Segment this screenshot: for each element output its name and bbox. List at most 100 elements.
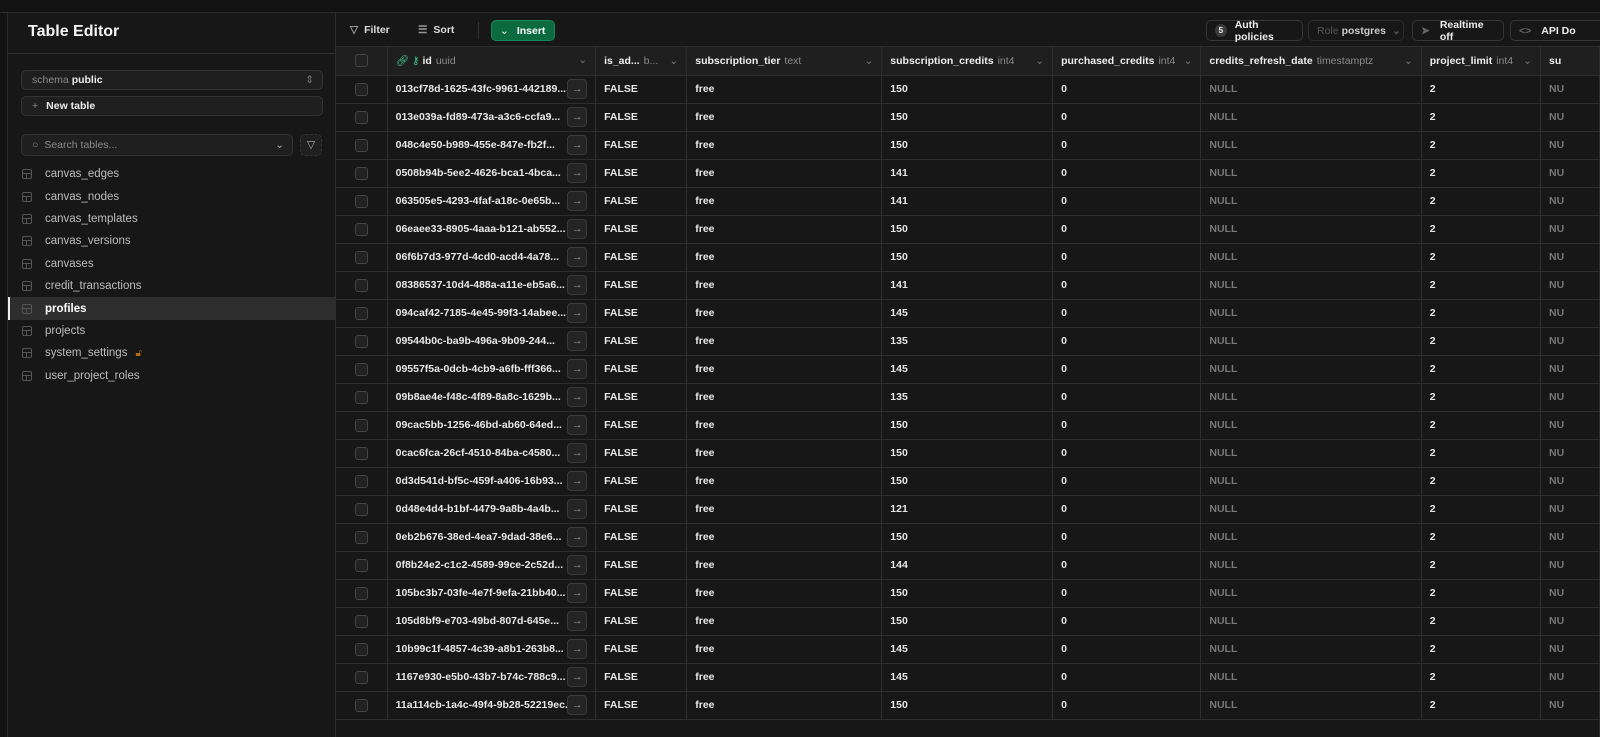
chevron-down-icon[interactable]: ⌄ (1523, 55, 1532, 67)
cell-is-admin[interactable]: FALSE (595, 299, 688, 328)
arrow-right-icon[interactable]: → (567, 190, 588, 211)
cell-purchased-credits[interactable]: 0 (1052, 467, 1202, 496)
cell-subscription-credits[interactable]: 144 (881, 551, 1054, 580)
cell-is-admin[interactable]: FALSE (595, 607, 688, 636)
cell-credits-refresh-date[interactable]: NULL (1200, 411, 1422, 440)
column-header-subscription_tier[interactable]: subscription_tier text ⌄ (686, 47, 883, 76)
cell-id[interactable]: 10b99c1f-4857-4c39-a8b1-263b8... → (387, 635, 597, 664)
cell-project-limit[interactable]: 2 (1421, 523, 1541, 552)
table-row[interactable]: 09b8ae4e-f48c-4f89-8a8c-1629b... → FALSE … (336, 383, 1600, 412)
cell-subscription-credits[interactable]: 150 (881, 243, 1054, 272)
row-checkbox[interactable] (354, 362, 368, 376)
cell-su[interactable]: NU (1540, 383, 1600, 412)
cell-project-limit[interactable]: 2 (1421, 663, 1541, 692)
arrow-right-icon[interactable]: → (567, 78, 588, 99)
cell-id[interactable]: 048c4e50-b989-455e-847e-fb2f... → (387, 131, 597, 160)
auth-policies-button[interactable]: 5 Auth policies (1206, 19, 1303, 43)
cell-subscription-credits[interactable]: 135 (881, 327, 1054, 356)
column-header-project_limit[interactable]: project_limit int4 ⌄ (1421, 47, 1541, 76)
cell-su[interactable]: NU (1540, 663, 1600, 692)
row-checkbox[interactable] (354, 138, 368, 152)
row-checkbox[interactable] (354, 250, 368, 264)
cell-purchased-credits[interactable]: 0 (1052, 635, 1202, 664)
row-checkbox[interactable] (354, 586, 368, 600)
sidebar-item-projects[interactable]: projects (8, 320, 336, 342)
cell-project-limit[interactable]: 2 (1421, 383, 1541, 412)
cell-credits-refresh-date[interactable]: NULL (1200, 75, 1422, 104)
cell-subscription-credits[interactable]: 150 (881, 691, 1054, 720)
cell-subscription-credits[interactable]: 150 (881, 607, 1054, 636)
arrow-right-icon[interactable]: → (567, 526, 588, 547)
arrow-right-icon[interactable]: → (567, 274, 588, 295)
cell-su[interactable]: NU (1540, 607, 1600, 636)
cell-credits-refresh-date[interactable]: NULL (1200, 215, 1422, 244)
cell-purchased-credits[interactable]: 0 (1052, 383, 1202, 412)
arrow-right-icon[interactable]: → (567, 666, 588, 687)
row-checkbox[interactable] (354, 278, 368, 292)
cell-subscription-credits[interactable]: 150 (881, 215, 1054, 244)
cell-credits-refresh-date[interactable]: NULL (1200, 383, 1422, 412)
cell-credits-refresh-date[interactable]: NULL (1200, 607, 1422, 636)
cell-is-admin[interactable]: FALSE (595, 271, 688, 300)
table-row[interactable]: 013e039a-fd89-473a-a3c6-ccfa9... → FALSE … (336, 103, 1600, 132)
realtime-button[interactable]: ➤ Realtime off (1412, 19, 1504, 43)
table-row[interactable]: 09557f5a-0dcb-4cb9-a6fb-fff366... → FALSE… (336, 355, 1600, 384)
row-checkbox[interactable] (354, 642, 368, 656)
cell-subscription-tier[interactable]: free (686, 75, 883, 104)
column-header-id[interactable]: 🔗︎ ⚷ id uuid ⌄ (387, 47, 597, 76)
cell-su[interactable]: NU (1540, 103, 1600, 132)
arrow-right-icon[interactable]: → (567, 218, 588, 239)
filter-tables-button[interactable]: ▽ (300, 134, 322, 156)
cell-purchased-credits[interactable]: 0 (1052, 551, 1202, 580)
cell-id[interactable]: 09cac5bb-1256-46bd-ab60-64ed... → (387, 411, 597, 440)
cell-su[interactable]: NU (1540, 187, 1600, 216)
cell-project-limit[interactable]: 2 (1421, 467, 1541, 496)
cell-subscription-tier[interactable]: free (686, 439, 883, 468)
sidebar-item-system-settings[interactable]: system_settings 🔓︎ (8, 342, 336, 364)
cell-credits-refresh-date[interactable]: NULL (1200, 579, 1422, 608)
cell-purchased-credits[interactable]: 0 (1052, 579, 1202, 608)
cell-su[interactable]: NU (1540, 75, 1600, 104)
table-row[interactable]: 0508b94b-5ee2-4626-bca1-4bca... → FALSE f… (336, 159, 1600, 188)
insert-button[interactable]: ⌄ Insert (491, 20, 555, 41)
cell-su[interactable]: NU (1540, 215, 1600, 244)
cell-id[interactable]: 0f8b24e2-c1c2-4589-99ce-2c52d... → (387, 551, 597, 580)
table-row[interactable]: 1167e930-e5b0-43b7-b74c-788c9... → FALSE … (336, 663, 1600, 692)
cell-subscription-credits[interactable]: 135 (881, 383, 1054, 412)
cell-credits-refresh-date[interactable]: NULL (1200, 663, 1422, 692)
cell-purchased-credits[interactable]: 0 (1052, 271, 1202, 300)
cell-credits-refresh-date[interactable]: NULL (1200, 523, 1422, 552)
cell-subscription-credits[interactable]: 150 (881, 579, 1054, 608)
sidebar-item-credit-transactions[interactable]: credit_transactions (8, 275, 336, 297)
row-checkbox[interactable] (354, 670, 368, 684)
cell-is-admin[interactable]: FALSE (595, 579, 688, 608)
cell-project-limit[interactable]: 2 (1421, 75, 1541, 104)
chevron-down-icon[interactable]: ⌄ (864, 55, 873, 67)
cell-is-admin[interactable]: FALSE (595, 187, 688, 216)
cell-purchased-credits[interactable]: 0 (1052, 495, 1202, 524)
cell-purchased-credits[interactable]: 0 (1052, 439, 1202, 468)
cell-project-limit[interactable]: 2 (1421, 243, 1541, 272)
cell-id[interactable]: 1167e930-e5b0-43b7-b74c-788c9... → (387, 663, 597, 692)
cell-subscription-tier[interactable]: free (686, 551, 883, 580)
cell-is-admin[interactable]: FALSE (595, 691, 688, 720)
cell-id[interactable]: 09544b0c-ba9b-496a-9b09-244... → (387, 327, 597, 356)
table-row[interactable]: 063505e5-4293-4faf-a18c-0e65b... → FALSE … (336, 187, 1600, 216)
cell-su[interactable]: NU (1540, 551, 1600, 580)
role-selector[interactable]: Role postgres ⌄ (1308, 20, 1404, 41)
cell-subscription-tier[interactable]: free (686, 607, 883, 636)
cell-project-limit[interactable]: 2 (1421, 579, 1541, 608)
chevron-down-icon[interactable]: ⌄ (1035, 55, 1044, 67)
cell-purchased-credits[interactable]: 0 (1052, 523, 1202, 552)
cell-subscription-tier[interactable]: free (686, 243, 883, 272)
cell-subscription-tier[interactable]: free (686, 579, 883, 608)
table-row[interactable]: 0eb2b676-38ed-4ea7-9dad-38e6... → FALSE f… (336, 523, 1600, 552)
cell-subscription-credits[interactable]: 150 (881, 75, 1054, 104)
cell-subscription-tier[interactable]: free (686, 467, 883, 496)
chevron-down-icon[interactable]: ⌄ (669, 55, 678, 67)
cell-id[interactable]: 0d48e4d4-b1bf-4479-9a8b-4a4b... → (387, 495, 597, 524)
table-row[interactable]: 0d48e4d4-b1bf-4479-9a8b-4a4b... → FALSE f… (336, 495, 1600, 524)
arrow-right-icon[interactable]: → (567, 358, 588, 379)
cell-su[interactable]: NU (1540, 411, 1600, 440)
cell-subscription-tier[interactable]: free (686, 523, 883, 552)
